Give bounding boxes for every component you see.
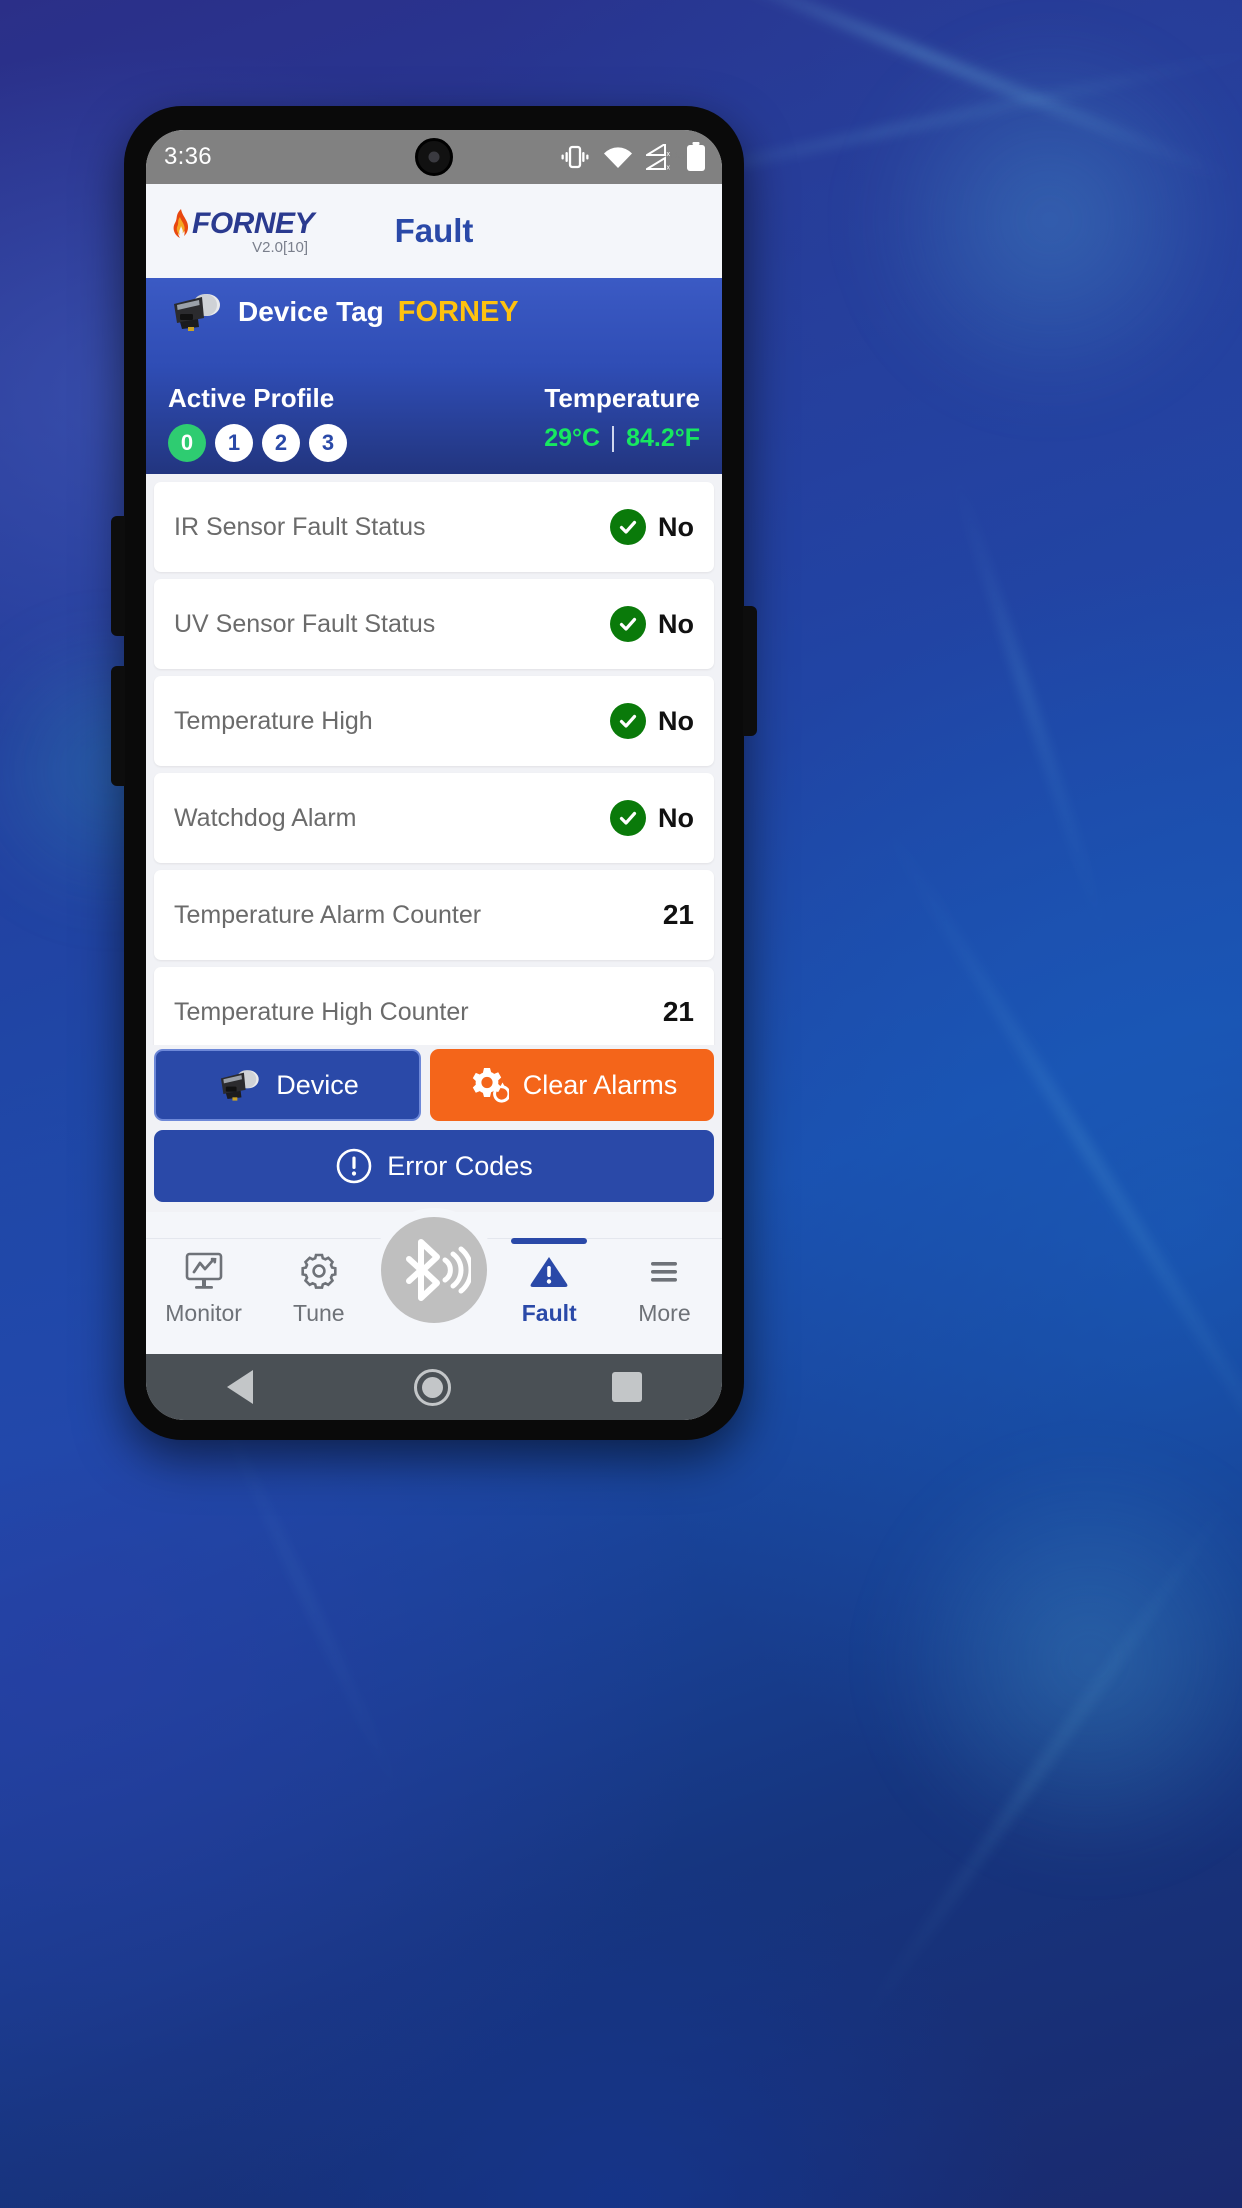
temperature-label: Temperature [544,383,700,413]
fault-status-list: IR Sensor Fault Status No UV Sensor Faul… [146,474,722,1045]
table-row[interactable]: Temperature High No [154,676,714,766]
volume-down-button[interactable] [111,666,125,786]
active-tab-indicator [511,1238,588,1244]
profile-and-temperature-row: Active Profile 0 1 2 3 Temperature 29°C … [168,383,700,462]
fault-value: No [610,606,694,642]
hamburger-icon [651,1262,678,1282]
battery-icon: 100 [669,142,706,172]
fault-label: Watchdog Alarm [174,803,357,832]
front-camera-punch-hole [415,138,453,176]
temperature-celsius: 29°C [544,424,601,452]
device-info-panel: Device Tag FORNEY Active Profile 0 1 2 3… [146,278,722,474]
clear-alarms-button-label: Clear Alarms [522,1069,678,1100]
table-row[interactable]: Temperature Alarm Counter 21 [154,870,714,960]
fault-value: No [610,703,694,739]
brand-logo: FORNEY V2.0[10] [168,206,315,256]
temperature-separator [612,425,615,452]
fault-label: Temperature High [174,706,373,735]
fault-label: UV Sensor Fault Status [174,609,436,638]
back-triangle-icon[interactable] [226,1370,253,1404]
tab-monitor[interactable]: Monitor [146,1251,261,1327]
gear-icon [301,1253,337,1289]
fault-counter-value: 21 [662,996,694,1027]
flame-scanner-icon [221,1070,259,1101]
active-profile-block: Active Profile 0 1 2 3 [168,383,347,462]
device-button[interactable]: Device [154,1049,421,1121]
error-codes-button-label: Error Codes [387,1150,533,1181]
battery-percent-label: 100 [669,151,685,163]
table-row[interactable]: IR Sensor Fault Status No [154,482,714,572]
tab-tune[interactable]: Tune [261,1251,376,1327]
fault-label: Temperature Alarm Counter [174,900,482,929]
app-version-label: V2.0[10] [252,238,309,256]
fault-status-text: No [658,802,694,833]
wifi-icon [604,146,632,168]
tab-monitor-label: Monitor [165,1300,242,1326]
tab-tune-label: Tune [293,1300,345,1326]
power-button[interactable] [743,606,757,736]
check-circle-icon [610,703,646,739]
flame-scanner-icon [174,294,220,331]
table-row[interactable]: Watchdog Alarm No [154,773,714,863]
warning-triangle-icon [530,1257,568,1287]
svg-text:x: x [667,165,671,171]
fault-label: Temperature High Counter [174,997,469,1026]
device-tag-row: Device Tag FORNEY [168,292,700,332]
gear-refresh-icon [472,1068,509,1103]
clear-alarms-button[interactable]: Clear Alarms [429,1049,714,1121]
phone-screen: 3:36 x x 100 FORNEY V2.0[10] Fault Devic… [146,130,722,1420]
profile-chip-0[interactable]: 0 [168,424,206,462]
table-row[interactable]: UV Sensor Fault Status No [154,579,714,669]
android-status-bar: 3:36 x x 100 [146,130,722,184]
status-clock: 3:36 [164,143,212,170]
tab-more[interactable]: More [607,1251,722,1327]
home-circle-icon[interactable] [413,1368,451,1406]
flame-icon [173,208,189,238]
app-header-bar: FORNEY V2.0[10] Fault [146,184,722,278]
tab-fault-label: Fault [521,1300,577,1326]
fault-status-text: No [658,608,694,639]
tab-fault[interactable]: Fault [492,1238,607,1327]
status-icon-tray: x x 100 [560,142,706,172]
device-tag-value: FORNEY [397,295,519,328]
fault-label: IR Sensor Fault Status [174,512,426,541]
bluetooth-connect-fab[interactable] [372,1208,496,1332]
temperature-block: Temperature 29°C 84.2°F [544,383,700,453]
fault-value: No [610,800,694,836]
bluetooth-broadcast-icon [406,1239,471,1301]
check-circle-icon [610,509,646,545]
device-tag-label: Device Tag [238,296,384,327]
volume-up-button[interactable] [111,516,125,636]
bottom-navigation-area: Monitor Tune Fault More [146,1208,722,1354]
active-profile-label: Active Profile [168,383,335,413]
vibrate-icon [561,145,589,169]
monitor-chart-icon [185,1252,222,1289]
fault-status-text: No [658,705,694,736]
exclamation-circle-icon [336,1148,372,1184]
fault-counter-value: 21 [662,899,694,930]
fault-value: 21 [663,996,694,1028]
table-row[interactable]: Temperature High Counter 21 [154,967,714,1045]
tab-more-label: More [638,1300,691,1326]
check-circle-icon [610,800,646,836]
error-codes-button[interactable]: Error Codes [154,1130,714,1202]
profile-selector[interactable]: 0 1 2 3 [168,424,347,462]
action-button-row: Device Clear Alarms [154,1049,714,1121]
fault-value: No [610,509,694,545]
action-button-area: Device Clear Alarms Error Codes [146,1045,722,1212]
fault-status-text: No [658,511,694,542]
brand-name-text: FORNEY [192,206,315,240]
profile-chip-1[interactable]: 1 [215,424,253,462]
check-circle-icon [610,606,646,642]
phone-device-frame: 3:36 x x 100 FORNEY V2.0[10] Fault Devic… [111,106,757,1440]
temperature-values: 29°C 84.2°F [544,424,700,453]
recents-square-icon[interactable] [611,1372,642,1402]
profile-chip-3[interactable]: 3 [309,424,347,462]
device-button-label: Device [276,1069,359,1100]
fault-value: 21 [663,899,694,931]
profile-chip-2[interactable]: 2 [262,424,300,462]
android-system-nav-bar [146,1354,722,1420]
temperature-fahrenheit: 84.2°F [626,424,700,452]
